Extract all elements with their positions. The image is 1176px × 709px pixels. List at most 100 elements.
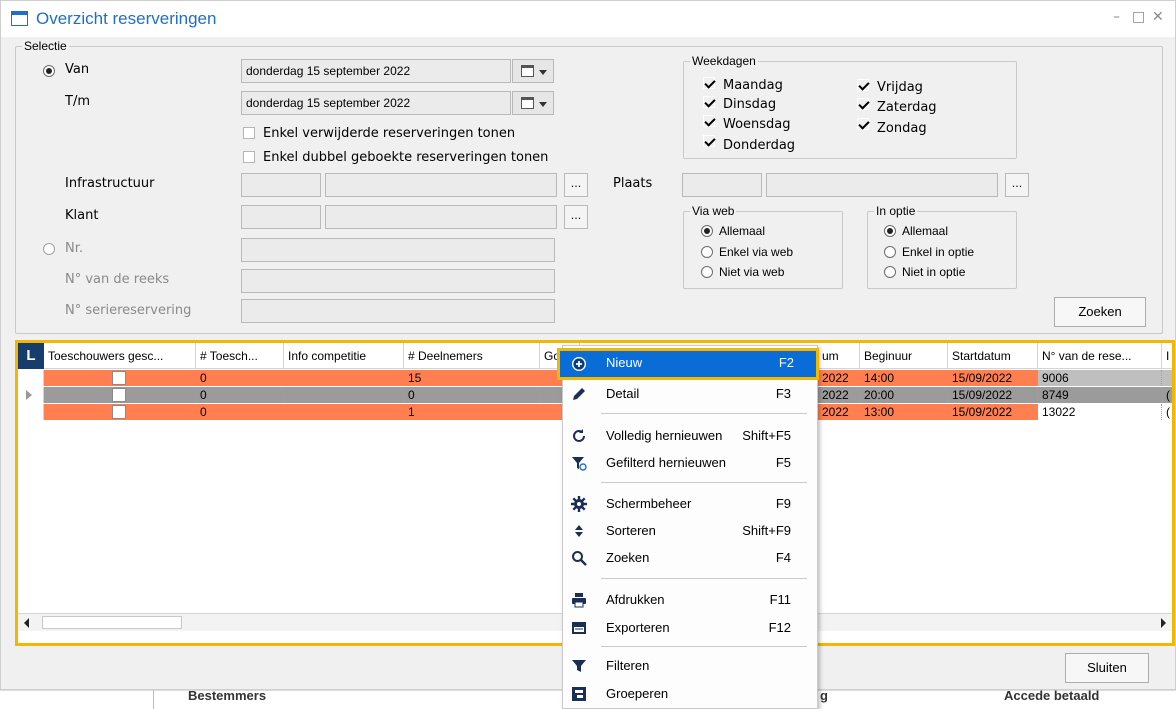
menu-item-gefilterd-hernieuwen[interactable]: Gefilterd hernieuwen F5 [563, 449, 817, 477]
scroll-right-icon[interactable] [1161, 618, 1166, 628]
column-header[interactable]: Info competitie [284, 343, 404, 369]
via-web-niet-radio[interactable] [701, 266, 713, 278]
column-header[interactable]: Toeschouwers gesc... [44, 343, 196, 369]
column-header[interactable]: # Deelnemers [404, 343, 540, 369]
toeschouwers-cell [44, 370, 196, 386]
infrastructuur-browse-button[interactable]: ... [564, 173, 588, 197]
row-checkbox[interactable] [112, 371, 126, 385]
menu-item-groeperen[interactable]: Groeperen [563, 680, 817, 708]
menu-item-filteren[interactable]: Filteren [563, 652, 817, 680]
klant-name-field[interactable] [325, 205, 557, 229]
verwijderd-checkbox[interactable] [243, 127, 255, 139]
scrollbar-thumb[interactable] [42, 616, 182, 629]
klant-code-field[interactable] [241, 205, 321, 229]
extra-cell: ( [1166, 388, 1170, 402]
toeschouwers-cell [44, 404, 196, 420]
menu-item-schermbeheer[interactable]: Schermbeheer F9 [563, 490, 817, 518]
chevron-down-icon [539, 102, 547, 107]
close-button[interactable]: ✕ [1152, 9, 1164, 25]
maximize-button[interactable]: □ [1132, 9, 1145, 25]
zaterdag-checkbox[interactable] [857, 98, 869, 110]
van-radio[interactable] [43, 65, 55, 77]
in-optie-allemaal-radio[interactable] [884, 225, 896, 237]
row-selector[interactable] [18, 370, 44, 386]
reeks-label: N° van de reeks [65, 272, 170, 287]
sluiten-button[interactable]: Sluiten [1065, 653, 1149, 683]
menu-item-zoeken[interactable]: Zoeken F4 [563, 544, 817, 572]
menu-separator [601, 413, 807, 414]
menu-item-afdrukken[interactable]: Afdrukken F11 [563, 586, 817, 614]
vrijdag-label: Vrijdag [877, 80, 923, 95]
row-selector[interactable] [18, 404, 44, 420]
infrastructuur-label: Infrastructuur [65, 176, 155, 191]
menu-item-label: Sorteren [606, 523, 656, 538]
printer-icon [572, 593, 586, 608]
woensdag-checkbox[interactable] [703, 115, 715, 127]
reservation-number-cell: 13022 [1038, 404, 1162, 420]
menu-item-label: Nieuw [606, 355, 643, 370]
serie-field[interactable] [241, 299, 555, 323]
maandag-checkbox[interactable] [703, 77, 715, 89]
nr-field[interactable] [241, 238, 555, 262]
scroll-left-icon[interactable] [24, 618, 29, 628]
plaats-browse-button[interactable]: ... [1005, 173, 1029, 197]
zoeken-button[interactable]: Zoeken [1054, 297, 1146, 327]
dubbel-checkbox[interactable] [243, 151, 255, 163]
menu-item-detail[interactable]: Detail F3 [563, 380, 817, 408]
row-selector[interactable] [18, 387, 44, 403]
startdatum-cell: 15/09/2022 [948, 370, 1038, 386]
refresh-icon [573, 429, 585, 442]
tm-date-field[interactable]: donderdag 15 september 2022 [241, 91, 511, 115]
row-checkbox[interactable] [112, 405, 126, 419]
zondag-label: Zondag [877, 121, 927, 136]
plaats-code-field[interactable] [682, 173, 762, 197]
filter-refresh-icon [572, 457, 587, 471]
column-header[interactable]: I [1162, 343, 1172, 369]
row-pointer-icon [26, 390, 32, 400]
in-optie-enkel-radio[interactable] [884, 246, 896, 258]
menu-item-shortcut: Shift+F5 [742, 428, 791, 443]
van-date-field[interactable]: donderdag 15 september 2022 [241, 59, 511, 83]
in-optie-niet-radio[interactable] [884, 266, 896, 278]
layout-badge[interactable]: L [18, 343, 44, 369]
infrastructuur-name-field[interactable] [325, 173, 557, 197]
vrijdag-checkbox[interactable] [857, 79, 869, 91]
column-header[interactable]: Startdatum [948, 343, 1038, 369]
infrastructuur-code-field[interactable] [241, 173, 321, 197]
deelnemers-cell: 0 [404, 387, 540, 403]
donderdag-checkbox[interactable] [703, 135, 715, 147]
plaats-label: Plaats [613, 176, 653, 191]
menu-item-exporteren[interactable]: Exporteren F12 [563, 614, 817, 642]
via-web-allemaal-label: Allemaal [719, 224, 766, 238]
startdatum-cell: 15/09/2022 [948, 387, 1038, 403]
calendar-icon [521, 65, 534, 77]
van-date-picker[interactable] [512, 59, 554, 83]
dinsdag-checkbox[interactable] [703, 96, 715, 108]
weekdagen-legend: Weekdagen [692, 54, 756, 68]
minimize-button[interactable]: – [1113, 9, 1120, 25]
zondag-checkbox[interactable] [857, 118, 869, 130]
column-header[interactable]: N° van de rese... [1038, 343, 1162, 369]
via-web-enkel-radio[interactable] [701, 246, 713, 258]
reeks-field[interactable] [241, 269, 555, 293]
row-checkbox[interactable] [112, 388, 126, 402]
column-header[interactable]: Beginuur [860, 343, 948, 369]
extra-cell: ( [1162, 404, 1172, 420]
menu-item-sorteren[interactable]: Sorteren Shift+F9 [563, 517, 817, 545]
column-header[interactable]: um [818, 343, 860, 369]
menu-item-nieuw[interactable]: Nieuw F2 [557, 348, 819, 380]
menu-item-label: Exporteren [606, 620, 670, 635]
background-divider [153, 690, 154, 709]
nr-radio[interactable] [43, 243, 55, 255]
in-optie-allemaal-label: Allemaal [902, 224, 949, 238]
plaats-name-field[interactable] [766, 173, 998, 197]
window-title: Overzicht reserveringen [36, 9, 217, 28]
column-header[interactable]: # Toesch... [196, 343, 284, 369]
gear-icon [571, 496, 587, 512]
menu-item-label: Groeperen [606, 686, 669, 701]
via-web-niet-label: Niet via web [719, 265, 785, 279]
klant-browse-button[interactable]: ... [564, 205, 588, 229]
via-web-allemaal-radio[interactable] [701, 225, 713, 237]
tm-date-picker[interactable] [512, 91, 554, 115]
menu-item-volledig-hernieuwen[interactable]: Volledig hernieuwen Shift+F5 [563, 422, 817, 450]
